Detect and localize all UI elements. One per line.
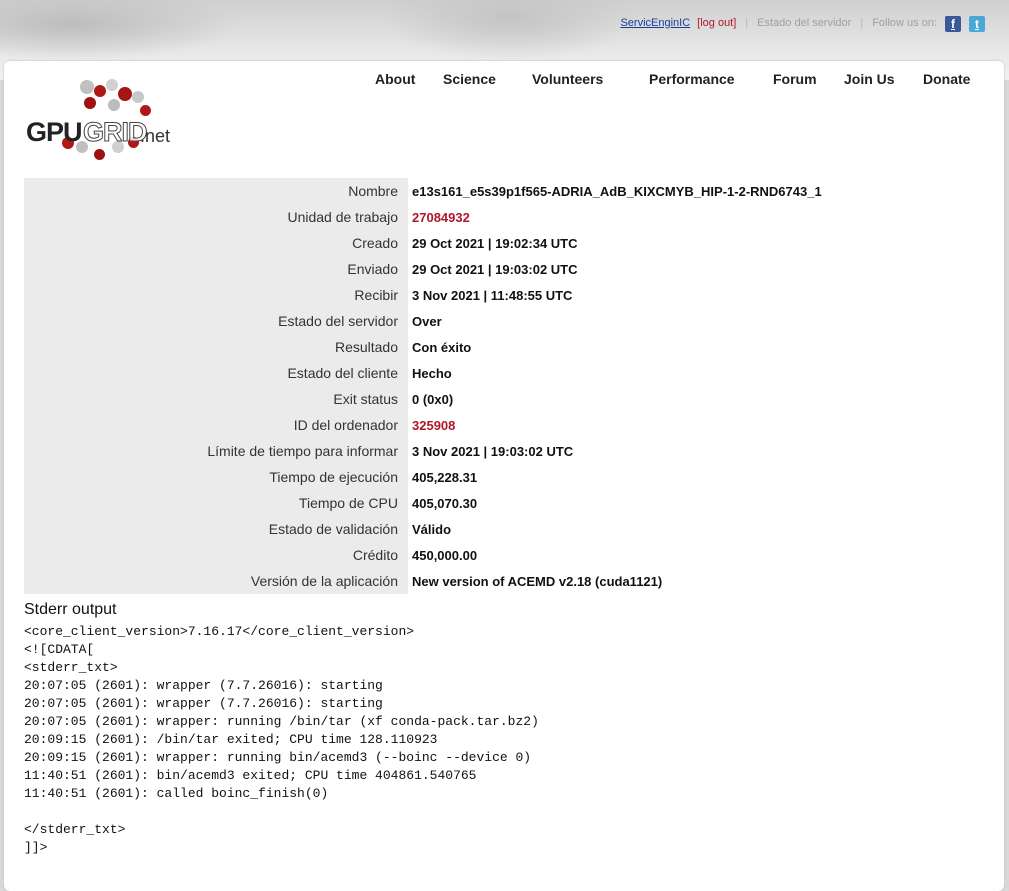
table-row: Estado de validación Válido xyxy=(24,516,972,542)
row-label: Enviado xyxy=(24,256,408,282)
main-panel: GPU GRID .net About Science Volunteers P… xyxy=(4,61,1004,891)
row-label: Unidad de trabajo xyxy=(24,204,408,230)
row-label: Tiempo de ejecución xyxy=(24,464,408,490)
nav-volunteers[interactable]: Volunteers xyxy=(532,71,603,87)
stderr-line: 20:07:05 (2601): wrapper (7.7.26016): st… xyxy=(24,678,383,693)
nav-donate[interactable]: Donate xyxy=(923,71,970,87)
row-label: Recibir xyxy=(24,282,408,308)
stderr-line: <core_client_version>7.16.17</core_clien… xyxy=(24,624,415,639)
row-value: Con éxito xyxy=(412,339,472,355)
logo-text-net: .net xyxy=(140,126,171,146)
table-row: Tiempo de CPU 405,070.30 xyxy=(24,490,972,516)
task-details-table: Nombre e13s161_e5s39p1f565-ADRIA_AdB_KIX… xyxy=(24,178,972,594)
user-account-link[interactable]: ServicEnginIC xyxy=(620,17,690,29)
row-value: 29 Oct 2021 | 19:02:34 UTC xyxy=(412,235,578,251)
logout-link[interactable]: [log out] xyxy=(697,17,736,29)
row-label: Resultado xyxy=(24,334,408,360)
row-label: Nombre xyxy=(24,178,408,204)
table-row: Creado 29 Oct 2021 | 19:02:34 UTC xyxy=(24,230,972,256)
row-value: e13s161_e5s39p1f565-ADRIA_AdB_KIXCMYB_HI… xyxy=(412,183,822,199)
row-value: 29 Oct 2021 | 19:03:02 UTC xyxy=(412,261,578,277)
server-status-link[interactable]: Estado del servidor xyxy=(757,17,851,29)
stderr-line: 11:40:51 (2601): bin/acemd3 exited; CPU … xyxy=(24,768,477,783)
table-row: Crédito 450,000.00 xyxy=(24,542,972,568)
stderr-line: 20:07:05 (2601): wrapper (7.7.26016): st… xyxy=(24,696,383,711)
table-row: Unidad de trabajo 27084932 xyxy=(24,204,972,230)
nav-science[interactable]: Science xyxy=(443,71,496,87)
row-value: 450,000.00 xyxy=(412,547,478,563)
background-decoration xyxy=(380,0,640,60)
stderr-output: <core_client_version>7.16.17</core_clien… xyxy=(24,623,539,857)
row-value: Over xyxy=(412,313,442,329)
logo-text-grid: GRID xyxy=(83,117,148,148)
workunit-link[interactable]: 27084932 xyxy=(412,210,470,225)
stderr-line: ]]> xyxy=(24,840,48,855)
main-navigation: About Science Volunteers Performance For… xyxy=(4,71,1004,93)
row-label: Tiempo de CPU xyxy=(24,490,408,516)
nav-join-us[interactable]: Join Us xyxy=(844,71,895,87)
row-value: 3 Nov 2021 | 19:03:02 UTC xyxy=(412,443,574,459)
table-row: Enviado 29 Oct 2021 | 19:03:02 UTC xyxy=(24,256,972,282)
row-label: Estado de validación xyxy=(24,516,408,542)
stderr-line: 20:07:05 (2601): wrapper: running /bin/t… xyxy=(24,714,539,729)
table-row: Nombre e13s161_e5s39p1f565-ADRIA_AdB_KIX… xyxy=(24,178,972,204)
row-label: Límite de tiempo para informar xyxy=(24,438,408,464)
table-row: Límite de tiempo para informar 3 Nov 202… xyxy=(24,438,972,464)
row-value: Válido xyxy=(412,521,452,537)
follow-us-label: Follow us on: xyxy=(872,17,937,29)
logo-atom xyxy=(84,97,96,109)
table-row: Estado del cliente Hecho xyxy=(24,360,972,386)
logo-atom xyxy=(140,105,151,116)
background-decoration xyxy=(0,0,240,60)
row-label: Exit status xyxy=(24,386,408,412)
separator: | xyxy=(860,17,864,29)
stderr-line: </stderr_txt> xyxy=(24,822,126,837)
nav-forum[interactable]: Forum xyxy=(773,71,817,87)
row-label: ID del ordenador xyxy=(24,412,408,438)
nav-performance[interactable]: Performance xyxy=(649,71,735,87)
logo-atom xyxy=(108,99,120,111)
stderr-line: <stderr_txt> xyxy=(24,660,118,675)
host-id-link[interactable]: 325908 xyxy=(412,418,455,433)
row-value: 405,228.31 xyxy=(412,469,478,485)
row-label: Estado del cliente xyxy=(24,360,408,386)
stderr-line: <![CDATA[ xyxy=(24,642,95,657)
table-row: Exit status 0 (0x0) xyxy=(24,386,972,412)
table-row: Tiempo de ejecución 405,228.31 xyxy=(24,464,972,490)
table-row: Recibir 3 Nov 2021 | 11:48:55 UTC xyxy=(24,282,972,308)
row-label: Estado del servidor xyxy=(24,308,408,334)
logo-atom xyxy=(94,149,105,160)
stderr-line: 20:09:15 (2601): /bin/tar exited; CPU ti… xyxy=(24,732,438,747)
row-value: 3 Nov 2021 | 11:48:55 UTC xyxy=(412,287,573,303)
stderr-line: 20:09:15 (2601): wrapper: running bin/ac… xyxy=(24,750,532,765)
row-value: 0 (0x0) xyxy=(412,391,454,407)
stderr-line: 11:40:51 (2601): called boinc_finish(0) xyxy=(24,786,329,801)
table-row: Versión de la aplicación New version of … xyxy=(24,568,972,594)
logo-text-gpu: GPU xyxy=(26,117,83,147)
row-value: 405,070.30 xyxy=(412,495,478,511)
row-value: New version of ACEMD v2.18 (cuda1121) xyxy=(412,573,663,589)
row-label: Creado xyxy=(24,230,408,256)
facebook-icon[interactable]: f xyxy=(945,16,961,32)
stderr-heading: Stderr output xyxy=(24,601,117,618)
table-row: ID del ordenador 325908 xyxy=(24,412,972,438)
nav-about[interactable]: About xyxy=(375,71,415,87)
top-user-bar: ServicEnginIC [log out] | Estado del ser… xyxy=(620,14,985,32)
row-label: Crédito xyxy=(24,542,408,568)
twitter-icon[interactable]: t xyxy=(969,16,985,32)
row-value: Hecho xyxy=(412,365,452,381)
separator: | xyxy=(745,17,749,29)
row-label: Versión de la aplicación xyxy=(24,568,408,594)
table-row: Estado del servidor Over xyxy=(24,308,972,334)
table-row: Resultado Con éxito xyxy=(24,334,972,360)
